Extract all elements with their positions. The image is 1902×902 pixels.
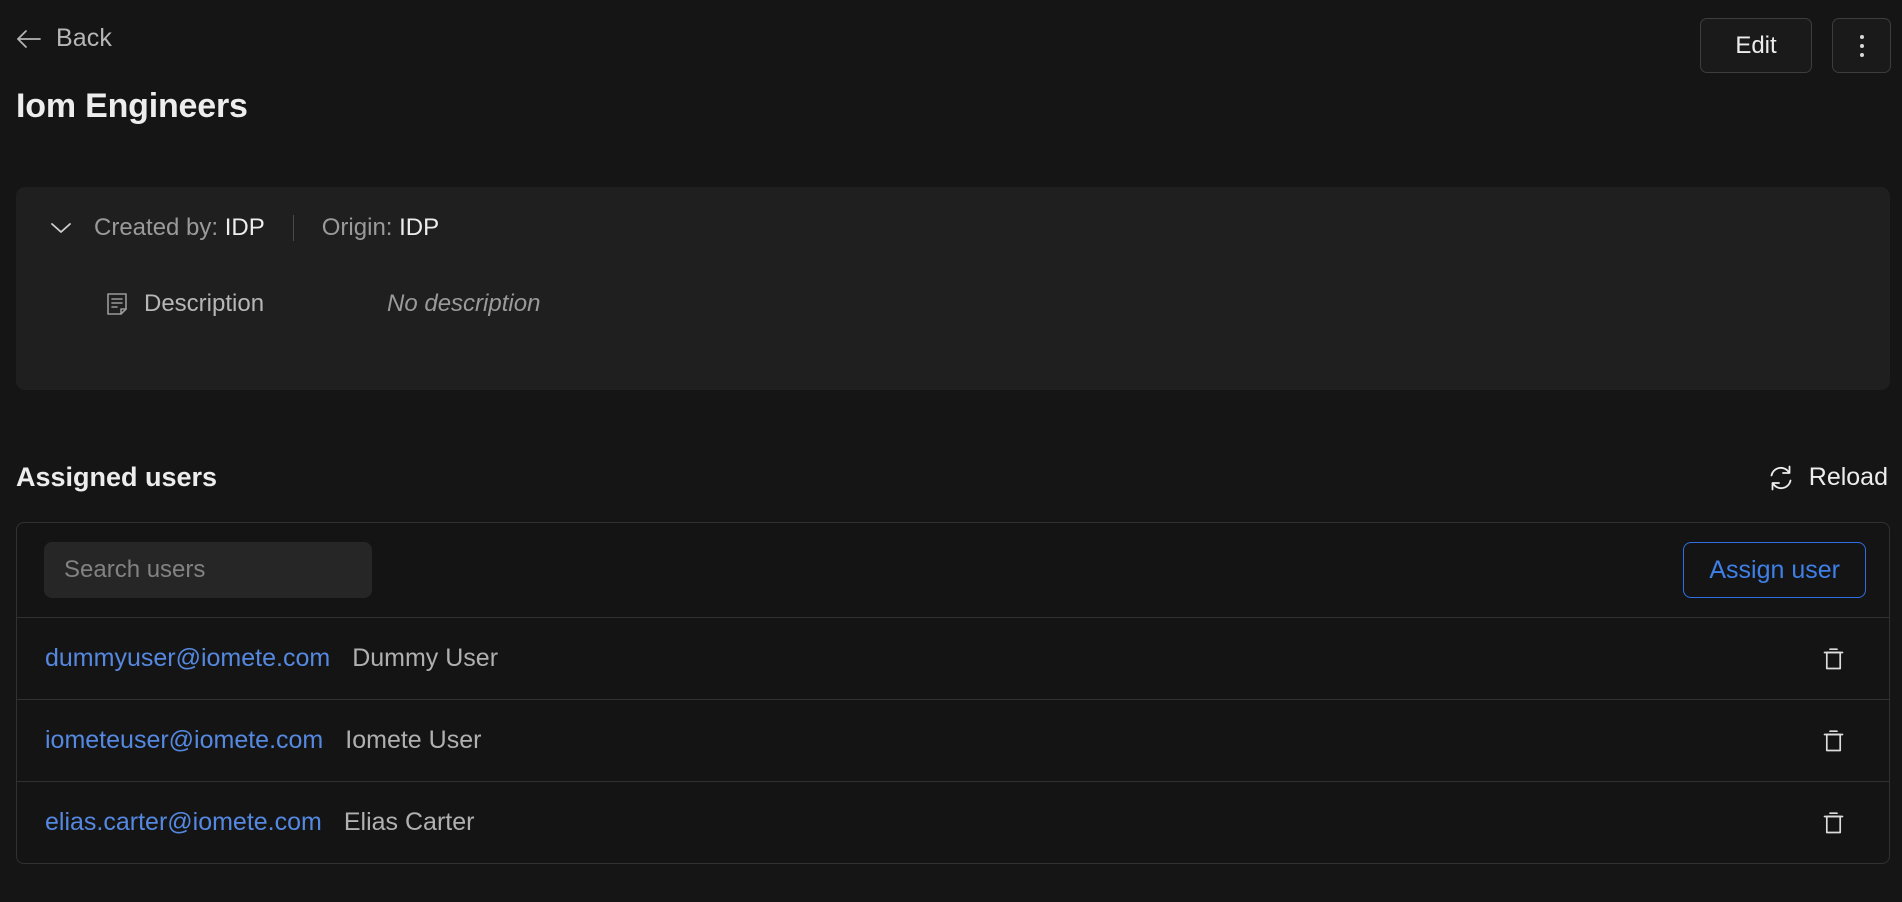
origin-value: IDP — [399, 214, 440, 241]
meta-divider — [292, 215, 294, 241]
description-value: No description — [387, 290, 541, 317]
document-icon — [106, 292, 144, 316]
delete-user-button[interactable] — [1816, 724, 1850, 758]
delete-user-button[interactable] — [1816, 806, 1850, 840]
created-by: Created by: IDP — [94, 214, 265, 242]
origin-label: Origin: — [321, 214, 393, 241]
assigned-users-list: dummyuser@iomete.com Dummy User iometeus… — [17, 617, 1889, 863]
user-email-link[interactable]: dummyuser@iomete.com — [45, 644, 330, 673]
user-display-name: Iomete User — [345, 726, 482, 754]
origin: Origin: IDP — [322, 214, 439, 242]
page-title: Iom Engineers — [16, 87, 248, 125]
arrow-left-icon — [16, 29, 42, 49]
back-label: Back — [56, 24, 112, 52]
user-email-link[interactable]: iometeuser@iomete.com — [45, 726, 323, 755]
reload-label: Reload — [1808, 463, 1888, 491]
more-vertical-icon — [1859, 34, 1864, 57]
chevron-down-icon[interactable] — [46, 213, 76, 243]
user-display-name: Elias Carter — [343, 808, 475, 836]
user-email-link[interactable]: elias.carter@iomete.com — [45, 808, 322, 837]
table-row[interactable]: dummyuser@iomete.com Dummy User — [17, 617, 1889, 699]
delete-user-button[interactable] — [1816, 642, 1850, 676]
edit-button[interactable]: Edit — [1700, 18, 1812, 73]
reload-button[interactable]: Reload — [1767, 463, 1888, 492]
group-meta-row: Created by: IDP Origin: IDP — [46, 210, 439, 246]
assigned-users-panel: Assign user dummyuser@iomete.com Dummy U… — [16, 522, 1890, 864]
search-users-input[interactable] — [44, 542, 372, 598]
description-row: Description No description — [106, 287, 540, 321]
assign-user-button[interactable]: Assign user — [1683, 542, 1866, 598]
created-by-value: IDP — [224, 214, 265, 241]
refresh-icon — [1767, 465, 1795, 491]
assigned-users-title: Assigned users — [16, 462, 218, 492]
created-by-label: Created by: — [94, 214, 219, 241]
table-row[interactable]: elias.carter@iomete.com Elias Carter — [17, 781, 1889, 863]
table-row[interactable]: iometeuser@iomete.com Iomete User — [17, 699, 1889, 781]
assigned-users-toolbar: Assign user — [17, 523, 1889, 617]
user-display-name: Dummy User — [352, 644, 499, 672]
more-options-button[interactable] — [1832, 18, 1891, 73]
back-button[interactable]: Back — [16, 24, 112, 53]
top-bar: Back Edit — [0, 0, 1902, 90]
group-info-card: Created by: IDP Origin: IDP Description — [16, 187, 1890, 390]
account-group-detail-page: Back Edit Iom Engineers Created by: IDP — [0, 0, 1902, 902]
description-label: Description — [144, 290, 265, 317]
top-actions: Edit — [1700, 18, 1891, 73]
assigned-users-header: Assigned users Reload — [0, 462, 1902, 512]
